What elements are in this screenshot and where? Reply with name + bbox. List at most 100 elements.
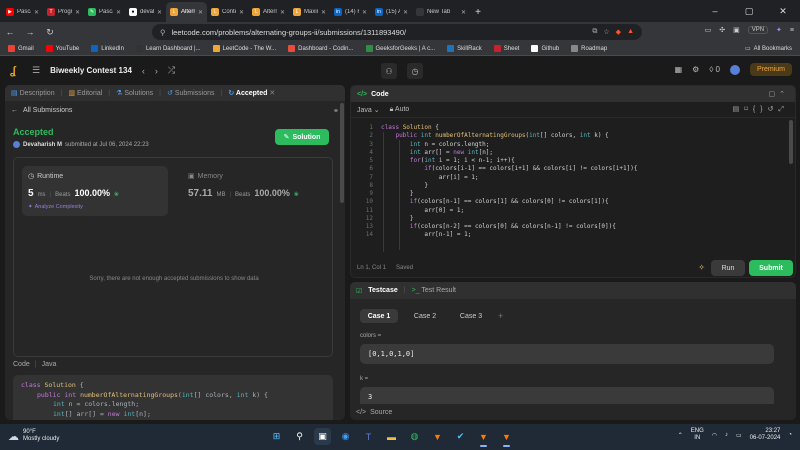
- url-text[interactable]: leetcode.com/problems/alternating-groups…: [172, 28, 587, 37]
- browser-tab[interactable]: in(15) Activity✕: [371, 2, 412, 22]
- notes-icon[interactable]: ▤: [733, 106, 745, 113]
- vpn-button[interactable]: VPN: [747, 26, 769, 34]
- brave-window-icon[interactable]: ▼: [475, 428, 492, 447]
- teams-icon[interactable]: T: [360, 428, 377, 445]
- avatar[interactable]: [729, 64, 740, 75]
- maximize-panel-icon[interactable]: ▢: [769, 91, 780, 98]
- tab-accepted[interactable]: ↻ Accepted ✕: [228, 89, 275, 97]
- next-problem-icon[interactable]: ›: [155, 66, 158, 76]
- editor-scrollbar[interactable]: [789, 120, 793, 164]
- bookmark-item[interactable]: Gmail: [8, 45, 34, 52]
- bookmark-item[interactable]: Dashboard - Codin...: [288, 45, 354, 52]
- bookmark-item[interactable]: SkillRack: [447, 45, 482, 52]
- panel-scrollbar[interactable]: [340, 103, 344, 203]
- leo-ai-icon[interactable]: ✦: [776, 26, 782, 34]
- minimize-icon[interactable]: –: [698, 6, 732, 16]
- bookmark-item[interactable]: Github: [531, 45, 559, 52]
- close-tab-icon[interactable]: ✕: [239, 9, 244, 16]
- wifi-icon[interactable]: ◠: [712, 432, 717, 439]
- wallet-icon[interactable]: ▣: [733, 26, 740, 34]
- bookmark-icon[interactable]: ⌑: [744, 106, 753, 113]
- bookmark-item[interactable]: GeeksforGeeks | A c...: [365, 45, 435, 52]
- tab-testcase[interactable]: Testcase: [368, 287, 397, 294]
- autosave-toggle[interactable]: 🔒︎ Auto: [390, 106, 410, 114]
- all-bookmarks-button[interactable]: ▭ All Bookmarks: [745, 45, 792, 53]
- notification-icon[interactable]: ◔: [788, 432, 792, 438]
- site-info-icon[interactable]: ⚲: [160, 28, 166, 37]
- todo-icon[interactable]: ✔: [452, 428, 469, 445]
- debug-icon[interactable]: ⚇: [381, 63, 397, 79]
- open-in-app-icon[interactable]: ⧉: [592, 28, 597, 36]
- collapse-panel-icon[interactable]: ⌃: [779, 91, 789, 98]
- streak-fire-icon[interactable]: ◊ 0: [709, 65, 720, 74]
- layout-icon[interactable]: ▦: [675, 65, 683, 74]
- case-2-tab[interactable]: Case 2: [406, 309, 444, 323]
- browser-tab[interactable]: in(14) Feed | Li✕: [330, 2, 371, 22]
- extensions-icon[interactable]: ✣: [719, 26, 725, 34]
- language-select[interactable]: Java ⌄: [357, 106, 380, 114]
- browser-tab[interactable]: ▶Pascal Triang✕: [2, 2, 43, 22]
- new-tab-icon[interactable]: +: [470, 2, 486, 22]
- brave-shield-icon[interactable]: ◆: [616, 28, 621, 36]
- tab-submissions[interactable]: ↺ Submissions: [167, 89, 215, 97]
- problem-list-icon[interactable]: ☰: [32, 65, 40, 76]
- bookmark-item[interactable]: Sheet: [493, 45, 519, 52]
- file-explorer-icon[interactable]: ▬: [383, 428, 400, 445]
- submitter-name[interactable]: Devaharish M: [23, 142, 62, 148]
- tab-solutions[interactable]: ⚗ Solutions: [116, 89, 153, 97]
- maximize-icon[interactable]: ▢: [732, 6, 766, 17]
- runtime-card[interactable]: ◷ Runtime 5 ms | Beats 100.00% ❀ ✦ Analyz…: [22, 166, 168, 216]
- browser-tab[interactable]: LAlternat✕: [166, 2, 207, 22]
- solution-button[interactable]: ✎ Solution: [275, 129, 329, 145]
- bookmark-item[interactable]: LinkedIn: [91, 45, 124, 52]
- forward-icon[interactable]: →: [24, 27, 36, 37]
- close-tab-icon[interactable]: ✕: [34, 9, 39, 16]
- shuffle-icon[interactable]: ⤮: [168, 65, 175, 76]
- memory-card[interactable]: ▣ Memory 57.11 MB | Beats 100.00% ❀: [182, 166, 328, 216]
- premium-button[interactable]: Premium: [749, 63, 792, 76]
- close-tab-icon[interactable]: ✕: [280, 9, 285, 16]
- close-tab-icon[interactable]: ✕: [269, 90, 275, 97]
- browser-tab[interactable]: ✎Pascal's Trian✕: [84, 2, 125, 22]
- close-tab-icon[interactable]: ✕: [75, 9, 80, 16]
- bookmark-item[interactable]: LeetCode - The W...: [212, 45, 276, 52]
- add-case-icon[interactable]: +: [498, 311, 503, 321]
- browser-tab[interactable]: LContest - Le✕: [207, 2, 248, 22]
- contest-title[interactable]: Biweekly Contest 134: [50, 66, 132, 75]
- tab-test-result[interactable]: >_ Test Result: [412, 287, 456, 294]
- close-tab-icon[interactable]: ✕: [321, 9, 326, 16]
- weather-widget[interactable]: ☁ 90°F Mostly cloudy: [8, 429, 59, 443]
- whatsapp-icon[interactable]: ◍: [406, 428, 423, 445]
- bookmark-star-icon[interactable]: ☆: [603, 28, 609, 36]
- start-icon[interactable]: ⊞: [268, 428, 285, 445]
- settings-gear-icon[interactable]: ⚙: [692, 65, 699, 74]
- leetcode-logo-icon[interactable]: ʆ: [10, 65, 22, 77]
- browser-tab[interactable]: LMaximum P✕: [289, 2, 330, 22]
- close-tab-icon[interactable]: ✕: [362, 9, 367, 16]
- run-button[interactable]: Run: [711, 260, 745, 276]
- brave-icon[interactable]: ▼: [429, 428, 446, 445]
- tab-editorial[interactable]: ▥ Editorial: [68, 89, 102, 97]
- case-1-tab[interactable]: Case 1: [360, 309, 398, 323]
- close-tab-icon[interactable]: ✕: [403, 9, 408, 16]
- volume-icon[interactable]: ♪: [725, 432, 728, 438]
- code-editor[interactable]: 1 2 3 4 5 6 7 8 9 10 11 12 13 14 class Solution { pub…: [351, 120, 791, 256]
- edge-icon[interactable]: ◉: [337, 428, 354, 445]
- bookmark-item[interactable]: YouTube: [45, 45, 79, 52]
- warning-icon[interactable]: ▲: [627, 28, 634, 36]
- battery-icon[interactable]: ▭: [736, 432, 742, 439]
- browser-tab[interactable]: ●devaharish2✕: [125, 2, 166, 22]
- back-icon[interactable]: ←: [4, 27, 16, 37]
- language-indicator[interactable]: ENG IN: [691, 428, 704, 442]
- submit-button[interactable]: Submit: [749, 260, 793, 276]
- magic-wand-icon[interactable]: ✧: [698, 263, 705, 272]
- reset-icon[interactable]: ↺: [768, 106, 779, 113]
- param-colors-input[interactable]: [0,1,0,1,0]: [360, 344, 774, 364]
- url-bar[interactable]: ⚲ leetcode.com/problems/alternating-grou…: [152, 24, 642, 40]
- close-tab-icon[interactable]: ✕: [116, 9, 121, 16]
- close-tab-icon[interactable]: ✕: [198, 9, 203, 16]
- fullscreen-icon[interactable]: ⤢: [778, 106, 789, 113]
- task-view-icon[interactable]: ▣: [314, 428, 331, 445]
- browser-tab[interactable]: TProgram to c✕: [43, 2, 84, 22]
- tab-description[interactable]: ▤ Description: [11, 89, 55, 97]
